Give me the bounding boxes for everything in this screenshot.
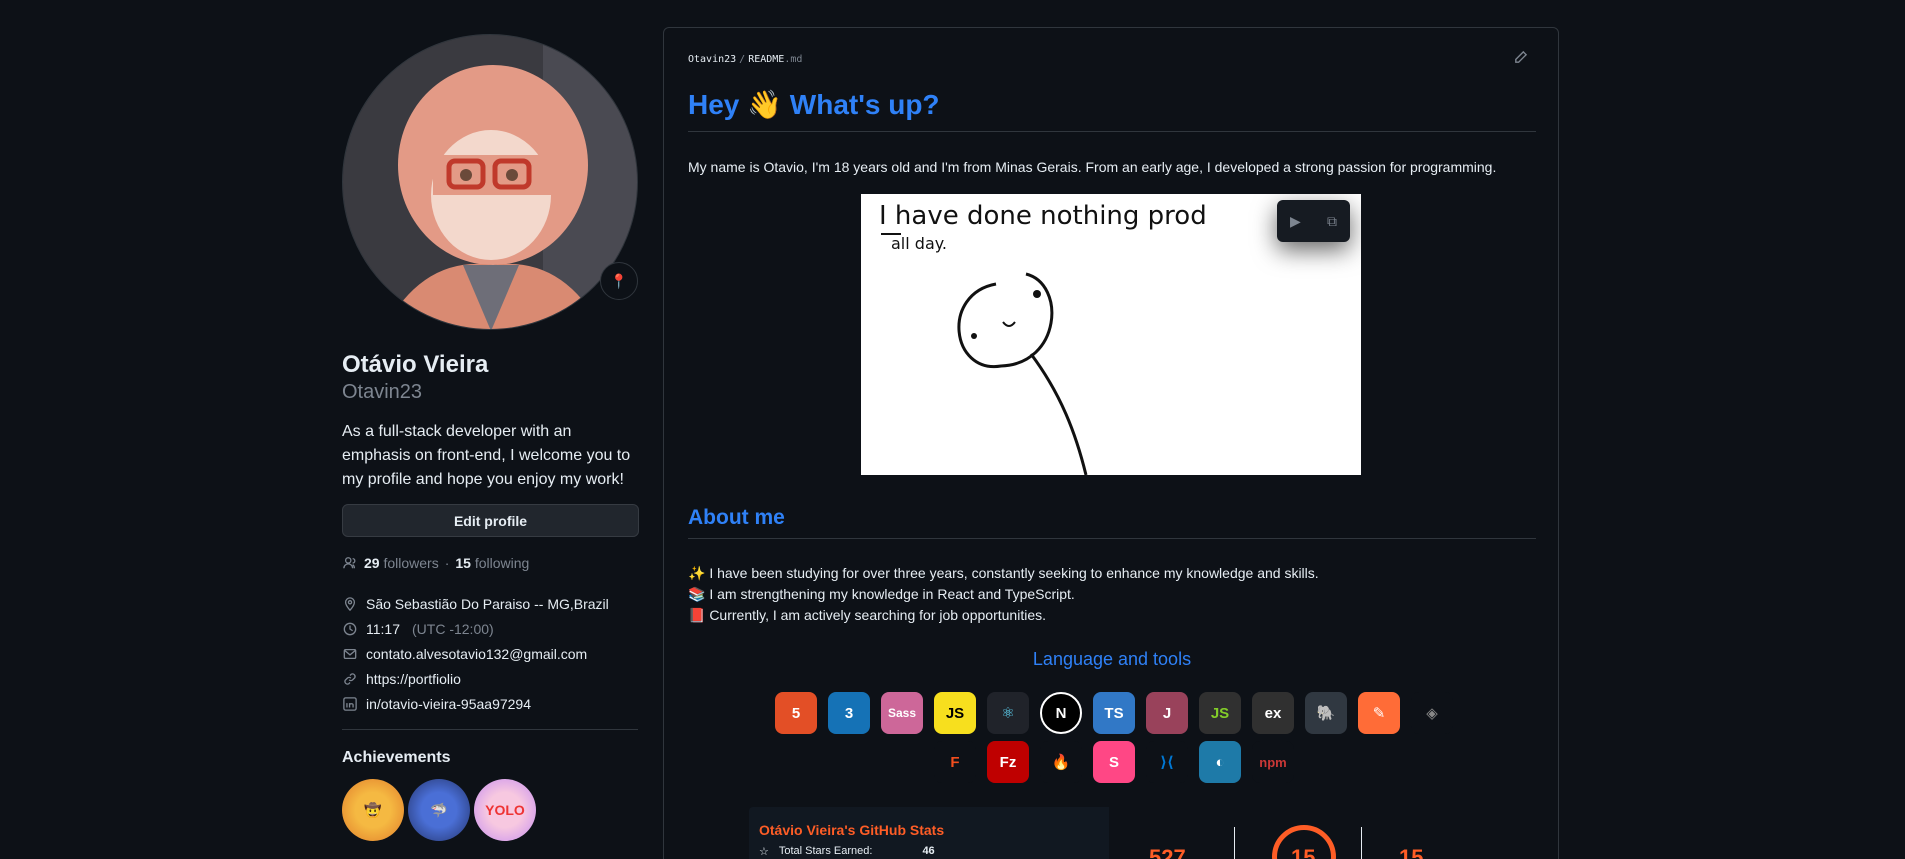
postgresql-icon: 🐘 [1305,692,1347,734]
storybook-icon: S [1093,741,1135,783]
react-icon: ⚛ [987,692,1029,734]
achievement-badge-cowboy[interactable]: 🤠 [342,779,404,841]
vscode-icon: ⟩⟨ [1146,741,1188,783]
about-heading: About me [688,506,1536,539]
external-link-icon[interactable]: ⧉ [1327,213,1337,230]
achievement-badge-shark[interactable]: 🦈 [408,779,470,841]
achievements-list: 🤠 🦈 YOLO [342,779,640,841]
following-link[interactable]: 15 following [455,555,529,571]
location-item: São Sebastião Do Paraiso -- MG,Brazil [342,591,640,616]
people-icon [342,555,358,571]
about-list: ✨ I have been studying for over three ye… [688,563,1319,626]
nodejs-icon: JS [1199,692,1241,734]
about-line: ✨ I have been studying for over three ye… [688,565,1319,581]
figma-icon: F [934,741,976,783]
edit-readme-pencil-icon[interactable] [1513,50,1528,69]
streak-divider [1361,827,1362,859]
star-icon: ☆ [759,846,769,858]
typescript-icon: TS [1093,692,1135,734]
linkedin-item[interactable]: in/otavio-vieira-95aa97294 [342,691,640,716]
profile-login: Otavin23 [342,381,423,403]
streak-longest: 15 [1399,845,1424,859]
html5-icon: 5 [775,692,817,734]
linkedin-icon [342,696,358,712]
readme-intro: My name is Otavio, I'm 18 years old and … [688,159,1497,175]
avatar-container: 📍 [342,34,638,330]
javascript-icon: JS [934,692,976,734]
profile-sidebar: 📍 Otávio Vieira Otavin23 As a full-stack… [342,34,640,841]
website-item[interactable]: https://portfiolio [342,666,640,691]
mariadb-icon: ◐ [1199,741,1241,783]
achievements-title: Achievements [342,749,451,766]
pin-icon: 📍 [610,272,628,289]
tools-icon-grid: 5 3 Sass JS ⚛ N TS J JS ex 🐘 ✎ ◈ F Fz 🔥 S ⟩⟨ ◐ npm [764,692,1464,783]
status-emoji-button[interactable]: 📍 [600,262,638,300]
streak-current: 15 [1291,845,1316,859]
profile-details: São Sebastião Do Paraiso -- MG,Brazil 11… [342,591,640,716]
sidebar-divider [342,729,638,730]
streak-total: 527 [1149,845,1186,859]
followers-link[interactable]: 29 followers [364,555,439,571]
breadcrumb-file[interactable]: README [748,54,784,65]
email-item[interactable]: contato.alvesotavio132@gmail.com [342,641,640,666]
clock-icon [342,621,358,637]
stats-title: Otávio Vieira's GitHub Stats [759,822,945,838]
gif-text-line1: I have done nothing prod [879,201,1207,231]
streak-divider [1234,827,1235,859]
breadcrumb-user[interactable]: Otavin23 [688,54,736,65]
mail-icon [342,646,358,662]
link-icon [342,671,358,687]
jest-icon: J [1146,692,1188,734]
animated-gif[interactable]: I have done nothing prod all day. ▶ ⧉ [861,194,1361,475]
achievement-badge-yolo[interactable]: YOLO [474,779,536,841]
about-line: 📕 Currently, I am actively searching for… [688,607,1046,623]
readme-card: Otavin23/README.md Hey 👋 What's up? My n… [663,27,1559,859]
about-line: 📚 I am strengthening my knowledge in Rea… [688,586,1075,602]
tools-heading: Language and tools [1032,649,1192,669]
postman-icon: ✎ [1358,692,1400,734]
play-icon[interactable]: ▶ [1290,213,1301,230]
sass-icon: Sass [881,692,923,734]
readme-heading: Hey 👋 What's up? [688,88,1536,132]
css3-icon: 3 [828,692,870,734]
nextjs-icon: N [1040,692,1082,734]
follow-stats: 29 followers · 15 following [342,555,640,571]
npm-icon: npm [1252,741,1294,783]
codepen-icon: ◈ [1411,692,1453,734]
stats-row: ☆ Total Stars Earned: 46 [759,845,935,858]
dot-separator: · [444,555,450,571]
edit-profile-button[interactable]: Edit profile [342,504,639,537]
express-icon: ex [1252,692,1294,734]
gif-controls: ▶ ⧉ [1277,200,1350,242]
breadcrumb: Otavin23/README.md [688,54,803,65]
localtime-item: 11:17 (UTC -12:00) [342,616,640,641]
profile-name: Otávio Vieira [342,351,489,378]
github-stats-card[interactable]: Otávio Vieira's GitHub Stats ☆ Total Sta… [749,807,1479,859]
filezilla-icon: Fz [987,741,1029,783]
gif-text-line2: all day. [891,234,947,253]
location-icon [342,596,358,612]
firebase-icon: 🔥 [1040,741,1082,783]
profile-bio: As a full-stack developer with an emphas… [342,423,631,488]
avatar[interactable] [342,34,638,330]
streak-card: 527 15 15 [1109,807,1479,859]
